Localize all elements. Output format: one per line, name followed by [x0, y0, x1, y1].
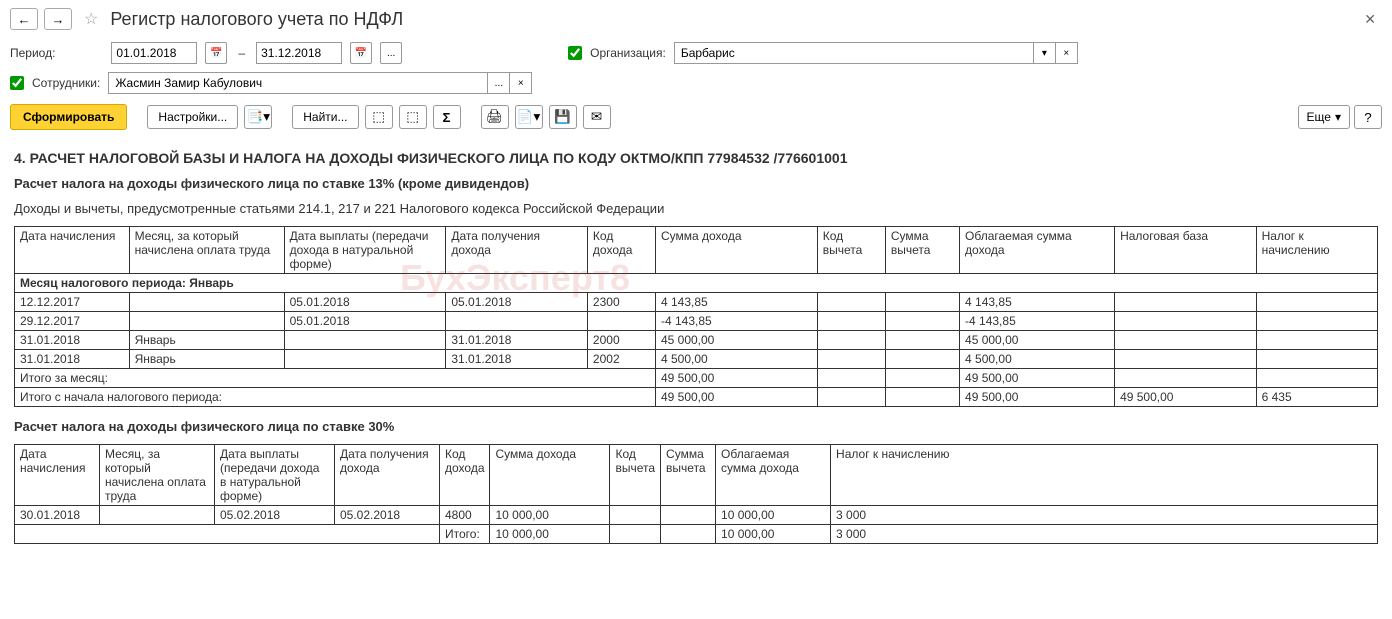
table-13: Дата начисления Месяц, за который начисл… [14, 226, 1378, 407]
period-select-button[interactable]: ... [380, 42, 402, 64]
period-row: Период: 📅 – 📅 ... Организация: ▾ × [0, 38, 1392, 68]
print-dropdown-icon[interactable]: 📄▾ [515, 105, 543, 129]
settings-variants-icon[interactable]: 📑▾ [244, 105, 272, 129]
col-header: Налог к начислению [1256, 227, 1377, 274]
total-period-row: Итого с начала налогового периода:49 500… [15, 388, 1378, 407]
period-label: Период: [10, 46, 55, 60]
org-checkbox[interactable] [568, 46, 582, 60]
org-clear-icon[interactable]: × [1056, 42, 1078, 64]
table-header-row: Дата начисления Месяц, за который начисл… [15, 445, 1378, 506]
rate30-title: Расчет налога на доходы физического лица… [14, 419, 1378, 434]
col-header: Облагаемая сумма дохода [716, 445, 831, 506]
save-icon[interactable]: 💾 [549, 105, 577, 129]
col-header: Налог к начислению [831, 445, 1378, 506]
date-to-input[interactable] [256, 42, 342, 64]
dash: – [235, 46, 248, 60]
sum-icon[interactable]: Σ [433, 105, 461, 129]
col-header: Дата выплаты (передачи дохода в натураль… [284, 227, 446, 274]
table-row: 31.01.2018Январь31.01.2018200045 000,004… [15, 331, 1378, 350]
expand-icon[interactable]: ⬚ [365, 105, 393, 129]
table-row: 31.01.2018Январь31.01.201820024 500,004 … [15, 350, 1378, 369]
col-header: Код вычета [817, 227, 885, 274]
col-header: Сумма вычета [885, 227, 959, 274]
col-header: Код вычета [610, 445, 661, 506]
org-input[interactable] [674, 42, 1034, 64]
org-label: Организация: [590, 46, 666, 60]
forward-button[interactable]: → [44, 8, 72, 30]
col-header: Облагаемая сумма дохода [960, 227, 1115, 274]
col-header: Месяц, за который начислена оплата труда [129, 227, 284, 274]
rate13-title: Расчет налога на доходы физического лица… [14, 176, 1378, 191]
favorite-icon[interactable]: ☆ [84, 9, 98, 29]
col-header: Дата получения дохода [446, 227, 588, 274]
emp-clear-icon[interactable]: × [510, 72, 532, 94]
col-header: Налоговая база [1115, 227, 1257, 274]
print-icon[interactable]: 🖨 [481, 105, 509, 129]
table-row: 12.12.201705.01.201805.01.201823004 143,… [15, 293, 1378, 312]
col-header: Дата выплаты (передачи дохода в натураль… [215, 445, 335, 506]
employee-row: Сотрудники: ... × [0, 68, 1392, 98]
collapse-icon[interactable]: ⬚ [399, 105, 427, 129]
col-header: Сумма вычета [661, 445, 716, 506]
email-icon[interactable]: ✉ [583, 105, 611, 129]
chevron-down-icon: ▾ [1335, 110, 1341, 124]
articles-text: Доходы и вычеты, предусмотренные статьям… [14, 201, 1378, 216]
report-content: БухЭксперт8 4. РАСЧЕТ НАЛОГОВОЙ БАЗЫ И Н… [0, 136, 1392, 562]
back-button[interactable]: ← [10, 8, 38, 30]
table-row: 29.12.201705.01.2018-4 143,85-4 143,85 [15, 312, 1378, 331]
col-header: Код дохода [440, 445, 490, 506]
section4-title: 4. РАСЧЕТ НАЛОГОВОЙ БАЗЫ И НАЛОГА НА ДОХ… [14, 150, 1378, 166]
col-header: Сумма дохода [655, 227, 817, 274]
org-dropdown-icon[interactable]: ▾ [1034, 42, 1056, 64]
help-button[interactable]: ? [1354, 105, 1382, 129]
toolbar: Сформировать Настройки... 📑▾ Найти... ⬚ … [0, 98, 1392, 136]
col-header: Месяц, за который начислена оплата труда [100, 445, 215, 506]
generate-button[interactable]: Сформировать [10, 104, 127, 130]
page-title: Регистр налогового учета по НДФЛ [110, 9, 403, 30]
emp-label: Сотрудники: [32, 76, 100, 90]
table-30: Дата начисления Месяц, за который начисл… [14, 444, 1378, 544]
more-button[interactable]: Еще ▾ [1298, 105, 1350, 129]
date-from-input[interactable] [111, 42, 197, 64]
col-header: Дата начисления [15, 227, 130, 274]
total30-row: Итого:10 000,0010 000,003 000 [15, 525, 1378, 544]
col-header: Дата получения дохода [335, 445, 440, 506]
emp-checkbox[interactable] [10, 76, 24, 90]
col-header: Дата начисления [15, 445, 100, 506]
emp-select-button[interactable]: ... [488, 72, 510, 94]
calendar-from-icon[interactable]: 📅 [205, 42, 227, 64]
table-row: 30.01.201805.02.201805.02.2018480010 000… [15, 506, 1378, 525]
emp-input[interactable] [108, 72, 488, 94]
month-period-row: Месяц налогового периода: Январь [15, 274, 1378, 293]
settings-button[interactable]: Настройки... [147, 105, 238, 129]
col-header: Код дохода [587, 227, 655, 274]
close-icon[interactable]: ✕ [1358, 11, 1382, 28]
find-button[interactable]: Найти... [292, 105, 358, 129]
window-header: ← → ☆ Регистр налогового учета по НДФЛ ✕ [0, 0, 1392, 38]
total-month-row: Итого за месяц:49 500,0049 500,00 [15, 369, 1378, 388]
col-header: Сумма дохода [490, 445, 610, 506]
table-header-row: Дата начисления Месяц, за который начисл… [15, 227, 1378, 274]
calendar-to-icon[interactable]: 📅 [350, 42, 372, 64]
